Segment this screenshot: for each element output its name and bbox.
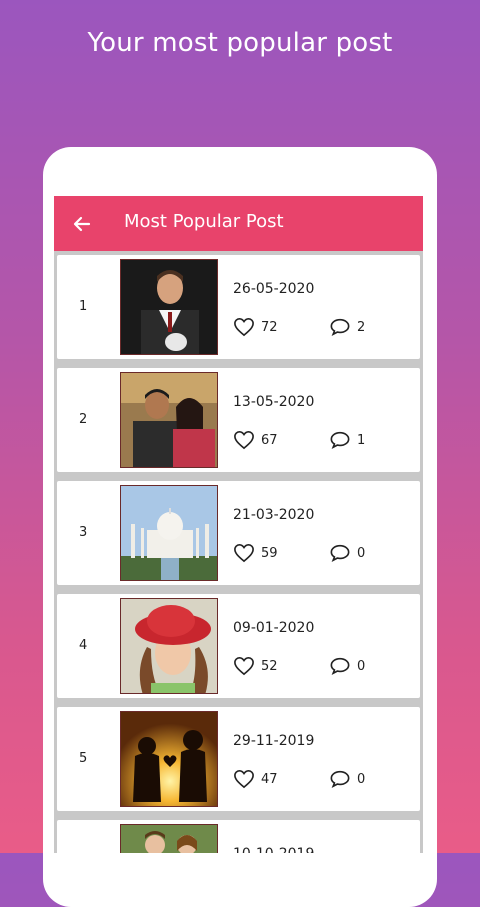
comment-icon (330, 431, 350, 450)
likes-count: 52 (261, 658, 278, 674)
post-date: 10-10-2019 (233, 846, 314, 853)
post-thumbnail[interactable] (120, 598, 218, 694)
post-card[interactable]: 4 09-01-2020 52 0 (57, 594, 420, 698)
likes-count-group[interactable]: 47 (233, 769, 278, 789)
post-rank: 1 (79, 299, 88, 314)
comments-count: 1 (357, 432, 366, 448)
comment-icon (330, 318, 350, 337)
heart-icon (234, 317, 254, 337)
post-thumbnail[interactable] (120, 372, 218, 468)
post-date: 09-01-2020 (233, 620, 315, 636)
post-rank: 5 (79, 751, 88, 766)
comment-icon (330, 770, 350, 789)
post-thumbnail[interactable] (120, 485, 218, 581)
likes-count: 47 (261, 771, 278, 787)
comments-count-group[interactable]: 0 (329, 769, 365, 789)
post-card[interactable]: 1 26-05-2020 72 2 (57, 255, 420, 359)
page-headline: Your most popular post (87, 28, 393, 58)
comments-count: 0 (357, 771, 366, 787)
post-date: 29-11-2019 (233, 733, 315, 749)
likes-count-group[interactable]: 72 (233, 317, 278, 337)
post-date: 13-05-2020 (233, 394, 315, 410)
post-rank: 2 (79, 412, 88, 427)
comments-count-group[interactable]: 0 (329, 656, 365, 676)
comment-icon (330, 657, 350, 676)
popular-post-list: 1 26-05-2020 72 2 2 13-05-2020 67 1 3 21… (54, 251, 423, 853)
post-rank: 3 (79, 525, 88, 540)
heart-icon (234, 430, 254, 450)
app-bar-title: Most Popular Post (124, 211, 284, 232)
post-card[interactable]: 2 13-05-2020 67 1 (57, 368, 420, 472)
likes-count-group[interactable]: 67 (233, 430, 278, 450)
likes-count-group[interactable]: 59 (233, 543, 278, 563)
post-date: 26-05-2020 (233, 281, 315, 297)
likes-count-group[interactable]: 52 (233, 656, 278, 676)
likes-count: 59 (261, 545, 278, 561)
post-date: 21-03-2020 (233, 507, 315, 523)
likes-count: 67 (261, 432, 278, 448)
heart-icon (234, 769, 254, 789)
post-thumbnail[interactable] (120, 259, 218, 355)
likes-count: 72 (261, 319, 278, 335)
comments-count: 0 (357, 545, 366, 561)
post-thumbnail[interactable] (120, 711, 218, 807)
comments-count-group[interactable]: 1 (329, 430, 365, 450)
post-card[interactable]: 3 21-03-2020 59 0 (57, 481, 420, 585)
app-bar: Most Popular Post (54, 196, 423, 251)
post-card[interactable]: 10-10-2019 (57, 820, 420, 853)
post-thumbnail[interactable] (120, 824, 218, 853)
heart-icon (234, 543, 254, 563)
back-arrow-icon (73, 216, 91, 232)
comments-count: 2 (357, 319, 366, 335)
comments-count: 0 (357, 658, 366, 674)
post-rank: 4 (79, 638, 88, 653)
comments-count-group[interactable]: 0 (329, 543, 365, 563)
comment-icon (330, 544, 350, 563)
back-button[interactable] (68, 210, 96, 238)
post-card[interactable]: 5 29-11-2019 47 0 (57, 707, 420, 811)
comments-count-group[interactable]: 2 (329, 317, 365, 337)
heart-icon (234, 656, 254, 676)
